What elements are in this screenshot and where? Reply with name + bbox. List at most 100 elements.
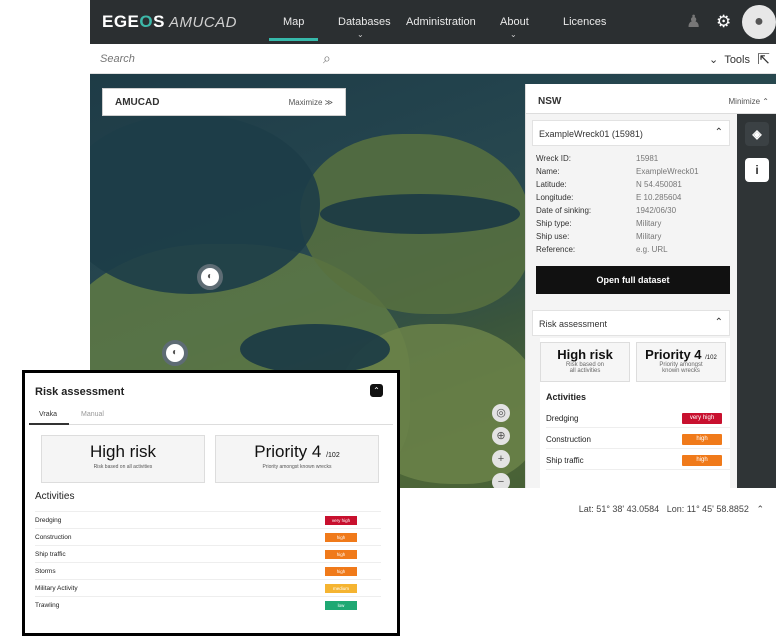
priority-total: /102: [705, 355, 717, 361]
zoom-in-button[interactable]: +: [492, 450, 510, 468]
collapse-icon[interactable]: ⌃: [370, 384, 383, 397]
risk-level: High risk: [557, 347, 613, 362]
nav-databases[interactable]: Databases: [338, 16, 391, 28]
activity-row: Dredging very high: [35, 511, 381, 528]
minimize-button[interactable]: Minimize ⌃: [729, 97, 770, 106]
risk-badge: high: [325, 550, 357, 559]
chevron-up-icon[interactable]: ⌃: [756, 504, 764, 514]
compass-icon[interactable]: ◎: [492, 404, 510, 422]
activities-title: Activities: [35, 491, 75, 502]
detail-value: ExampleWreck01: [636, 167, 699, 176]
activity-name: Construction: [35, 534, 72, 541]
tab-manual[interactable]: Manual: [81, 411, 104, 418]
brand-text: EGE: [102, 12, 140, 31]
search-icon[interactable]: ⌕: [323, 50, 331, 67]
priority-value: Priority 4: [254, 442, 322, 461]
risk-assessment-header[interactable]: Risk assessment ⌃: [532, 310, 730, 336]
risk-badge: medium: [325, 584, 357, 593]
detail-label: Date of sinking:: [536, 206, 592, 215]
brand-logo[interactable]: EGEOS AMUCAD: [102, 12, 237, 32]
wreck-marker[interactable]: ◐: [162, 340, 188, 366]
chevron-up-icon: ⌃: [762, 97, 769, 106]
activity-row: Trawling low: [35, 596, 381, 613]
activity-name: Ship traffic: [546, 456, 584, 465]
gear-icon[interactable]: ⚙: [716, 12, 731, 32]
activity-name: Dredging: [546, 414, 579, 423]
risk-level-box: High risk Risk based on all activities: [540, 342, 630, 382]
nav-map[interactable]: Map: [268, 16, 320, 41]
activity-row: Military Activity medium: [35, 579, 381, 596]
activity-row: Dredging very high: [546, 408, 730, 428]
longitude-readout: Lon: 11° 45' 58.8852: [666, 504, 749, 514]
locate-icon[interactable]: ⊕: [492, 427, 510, 445]
minimize-label: Minimize: [728, 97, 761, 106]
activity-name: Trawling: [35, 602, 60, 609]
detail-value: Military: [636, 219, 662, 228]
tools-button[interactable]: ⌄ Tools: [709, 53, 750, 66]
wreck-marker[interactable]: ◐: [197, 264, 223, 290]
tab-vraka[interactable]: Vraka: [28, 411, 70, 425]
detail-value: Military: [636, 232, 662, 241]
nav-licences[interactable]: Licences: [563, 16, 606, 28]
avatar[interactable]: ●: [742, 5, 776, 39]
priority-box: Priority 4 /102 Priority amongst known w…: [215, 435, 379, 483]
risk-badge: high: [682, 434, 722, 445]
bell-icon[interactable]: ♟: [686, 12, 701, 32]
brand-accent: O: [139, 12, 154, 31]
layers-icon[interactable]: ◈: [745, 122, 769, 146]
risk-level-box: High risk Risk based on all activities: [41, 435, 205, 483]
latitude-readout: Lat: 51° 38' 43.0584: [578, 504, 660, 514]
open-full-dataset-button[interactable]: Open full dataset: [536, 266, 730, 294]
chevron-down-icon: ⌄: [510, 30, 517, 39]
priority-value: Priority 4: [645, 347, 702, 362]
risk-badge: very high: [682, 413, 722, 424]
detail-label: Reference:: [536, 245, 576, 254]
detail-label: Wreck ID:: [536, 154, 571, 163]
nsw-panel-body: ExampleWreck01 (15981) ⌃ Wreck ID: 15981 N…: [526, 114, 736, 488]
activities-title: Activities: [546, 392, 587, 402]
wreck-title: ExampleWreck01 (15981): [539, 129, 643, 139]
risk-badge: high: [682, 455, 722, 466]
cursor-select-icon[interactable]: ⇱: [757, 50, 770, 68]
priority-box: Priority 4 /102 Priority amongst known w…: [636, 342, 726, 382]
wreck-card-header[interactable]: ExampleWreck01 (15981) ⌃: [532, 120, 730, 146]
activity-row: Construction high: [546, 429, 730, 449]
activity-row: Ship traffic high: [546, 450, 730, 470]
chevron-down-icon: ⌄: [357, 30, 364, 39]
activity-name: Dredging: [35, 517, 62, 524]
detail-row: Wreck ID: 15981: [536, 154, 730, 167]
risk-badge: high: [325, 533, 357, 542]
detail-label: Name:: [536, 167, 560, 176]
activity-name: Construction: [546, 435, 591, 444]
activity-name: Storms: [35, 568, 56, 575]
search-bar: ⌕ ⌄ Tools ⇱: [90, 44, 776, 74]
zoom-out-button[interactable]: −: [492, 473, 510, 488]
nav-about[interactable]: About: [500, 16, 529, 28]
priority-caption: known wrecks: [662, 368, 700, 374]
popup-title: Risk assessment: [35, 386, 125, 398]
brand-text-end: S: [153, 12, 165, 31]
risk-caption: Risk based on all activities: [93, 464, 153, 470]
popup-tabs: Vraka Manual: [28, 409, 393, 425]
risk-card: High risk Risk based on all activities P…: [540, 338, 730, 488]
amucad-panel-title: AMUCAD: [115, 97, 160, 108]
nsw-panel: NSW Minimize ⌃ ExampleWreck01 (15981) ⌃ …: [525, 84, 776, 488]
maximize-button[interactable]: Maximize ≫: [289, 98, 333, 107]
detail-row: Longitude: E 10.285604: [536, 193, 730, 206]
chevron-up-icon: ⌃: [714, 127, 723, 138]
priority-total: /102: [326, 452, 340, 459]
map-water: [320, 194, 520, 234]
info-icon[interactable]: i: [745, 158, 769, 182]
nsw-panel-title: NSW: [538, 96, 562, 107]
maximize-label: Maximize: [288, 98, 323, 107]
nsw-panel-header: NSW Minimize ⌃: [526, 84, 776, 114]
amucad-panel: AMUCAD Maximize ≫: [102, 88, 346, 116]
detail-value: 15981: [636, 154, 659, 163]
top-navbar: EGEOS AMUCAD Map Databases ⌄ Administrati…: [90, 0, 776, 44]
nav-administration[interactable]: Administration: [406, 16, 476, 28]
risk-caption: all activities: [569, 368, 601, 374]
search-input[interactable]: [100, 50, 340, 68]
activity-row: Ship traffic high: [35, 545, 381, 562]
detail-row: Latitude: N 54.450081: [536, 180, 730, 193]
detail-value: e.g. URL: [636, 245, 668, 254]
